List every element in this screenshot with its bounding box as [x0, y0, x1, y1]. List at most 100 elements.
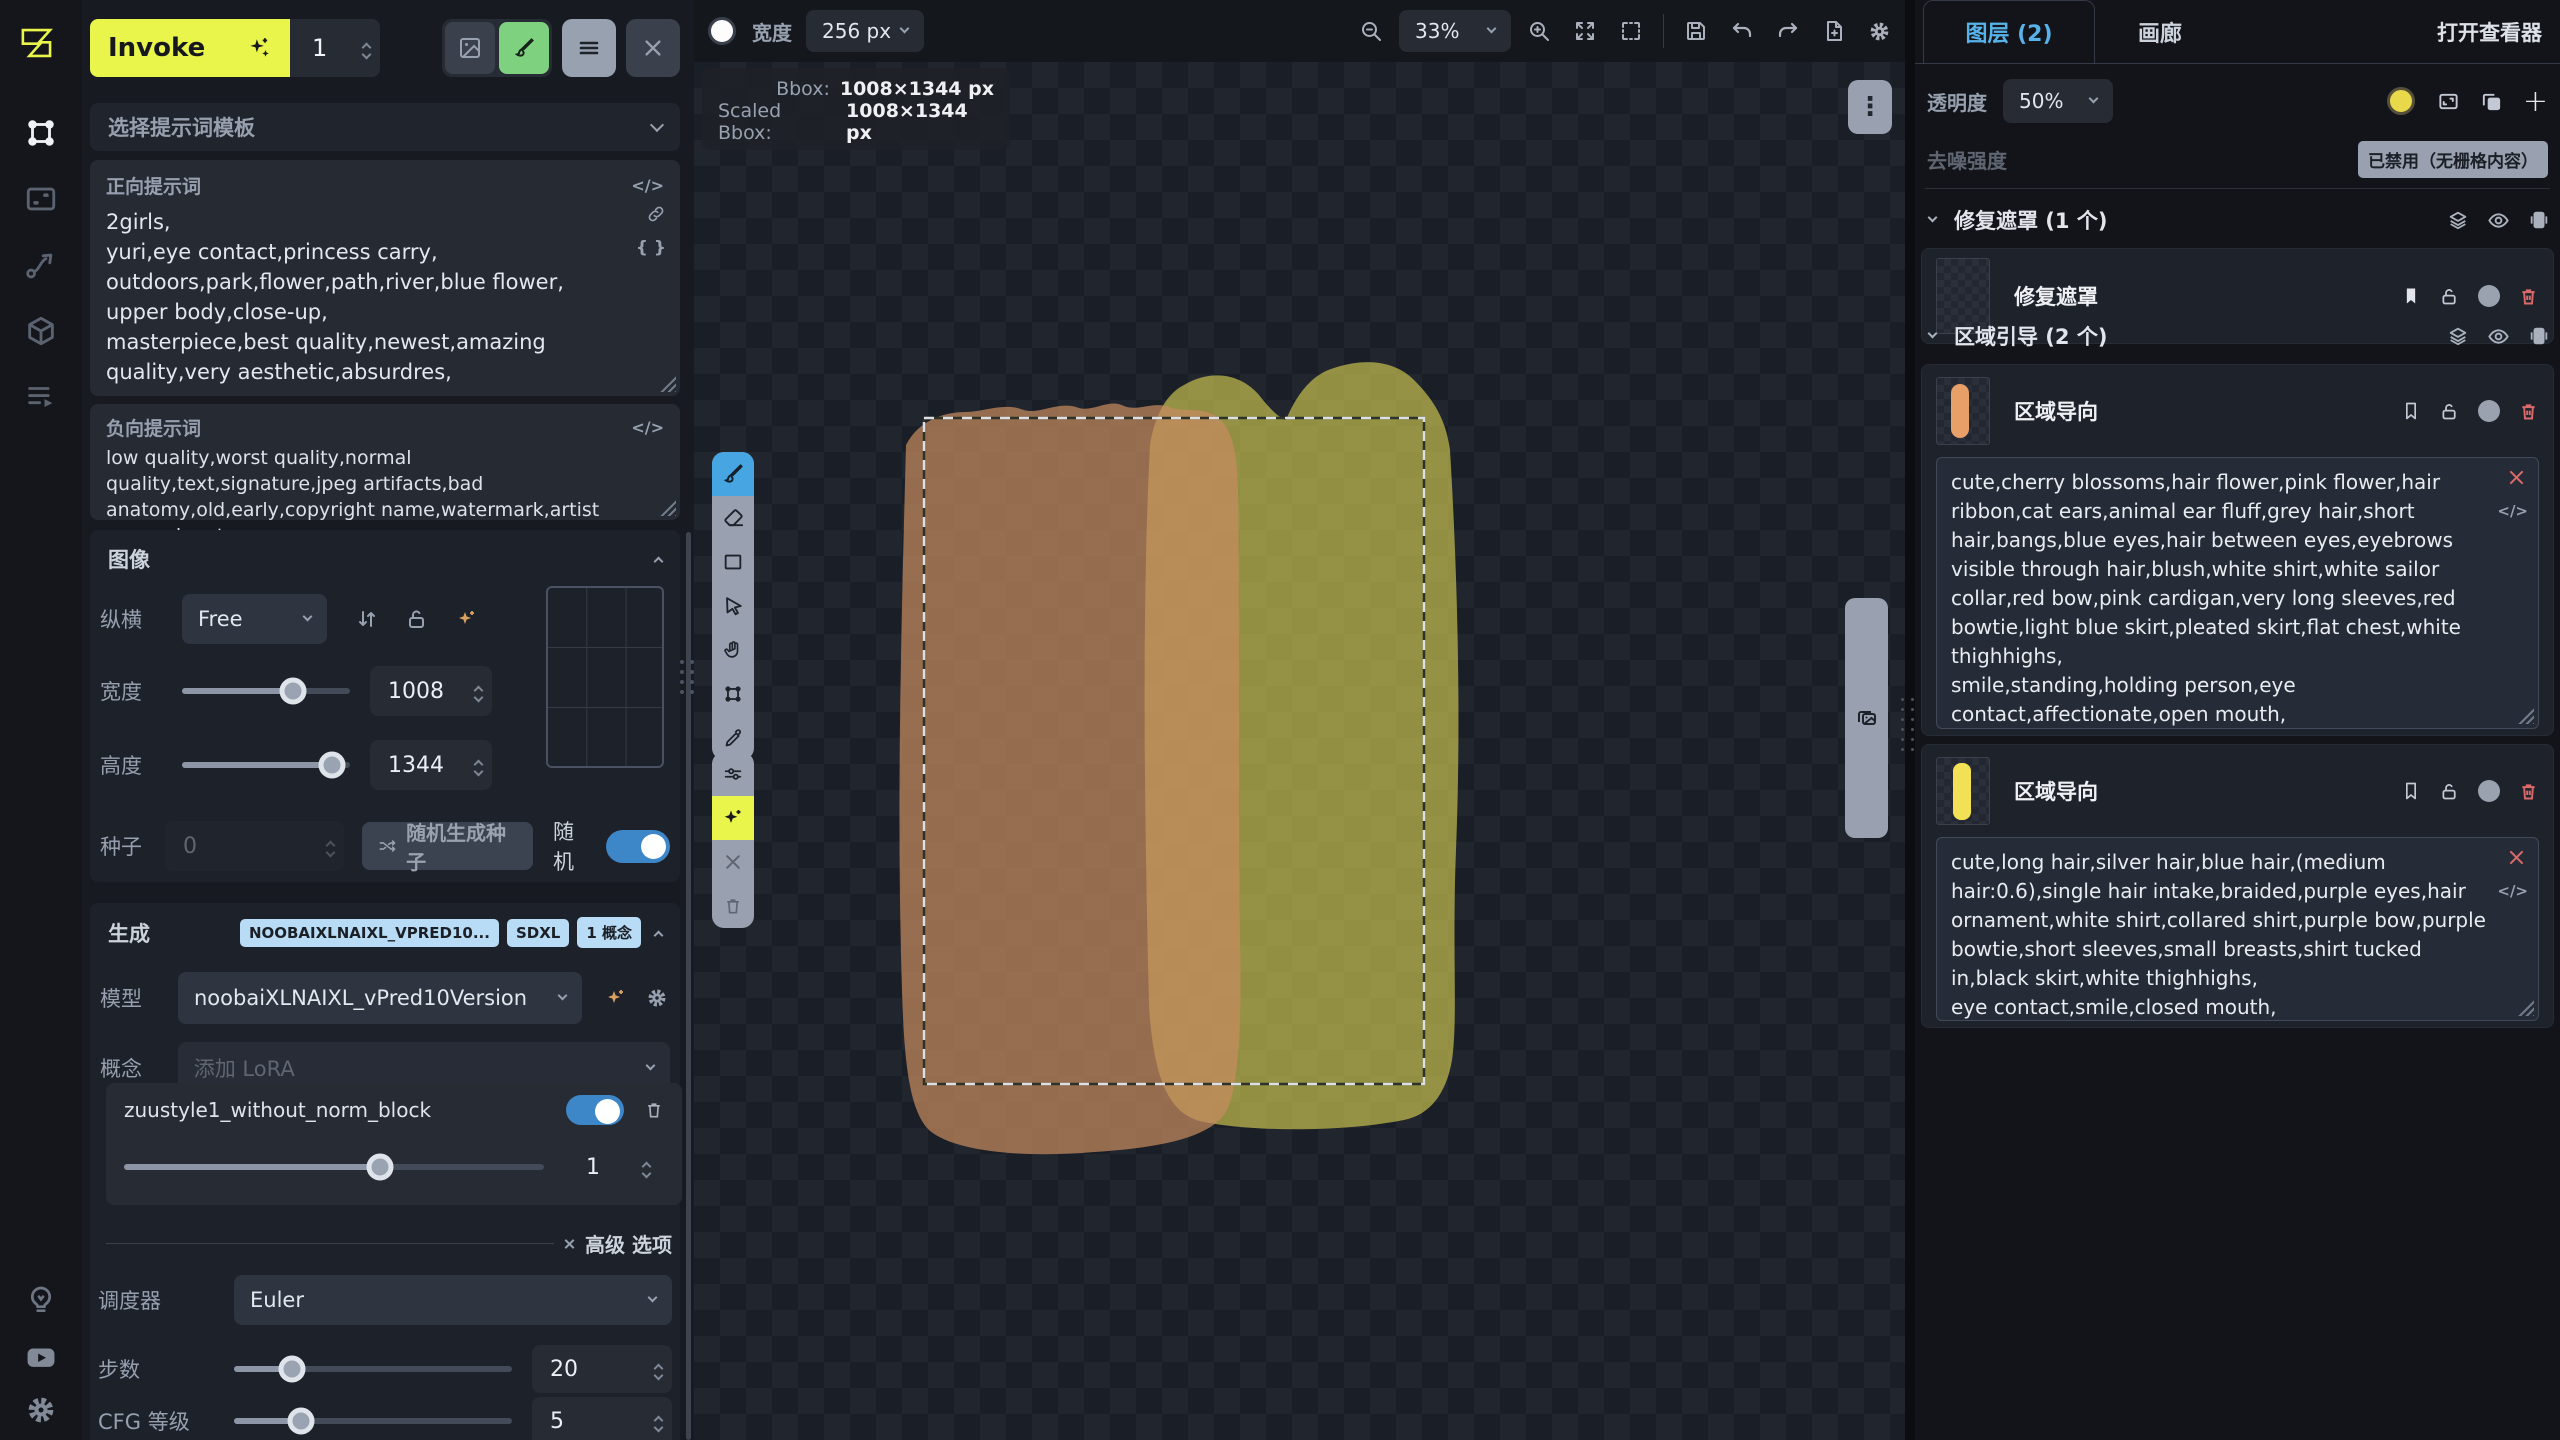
- width-slider[interactable]: [182, 688, 350, 694]
- bookmark-icon[interactable]: [2401, 781, 2421, 801]
- height-input[interactable]: 1344: [370, 740, 492, 790]
- sidebar-help-icon[interactable]: [25, 1284, 57, 1316]
- swap-dimensions-icon[interactable]: [355, 607, 379, 631]
- embedding-icon[interactable]: </>: [2497, 882, 2528, 900]
- layer-enabled-dot[interactable]: [2478, 285, 2500, 307]
- generation-header[interactable]: 生成 NOOBAIXLNAIXL_VPRED10... SDXL 1 概念: [100, 915, 670, 950]
- model-settings-icon[interactable]: [646, 987, 668, 1009]
- layers-stack-icon[interactable]: [2447, 325, 2469, 347]
- canvas-mode-button[interactable]: [499, 22, 549, 74]
- inpaint-section-header[interactable]: 修复遮罩 (1 个): [1929, 200, 2550, 240]
- unlock-icon[interactable]: [2439, 781, 2460, 802]
- canvas-context-menu-button[interactable]: ⋮: [1848, 80, 1892, 134]
- sidebar-video-icon[interactable]: [24, 1340, 58, 1374]
- rect-tool[interactable]: [712, 540, 754, 584]
- resize-grip[interactable]: [659, 375, 676, 392]
- canvas-layers[interactable]: [694, 0, 1905, 1440]
- lock-aspect-icon[interactable]: [405, 607, 429, 631]
- layer-enabled-dot[interactable]: [2478, 780, 2500, 802]
- lora-weight-input[interactable]: 1: [568, 1143, 660, 1191]
- embedding-icon[interactable]: </>: [2497, 502, 2528, 520]
- link-prompts-icon[interactable]: [646, 204, 666, 224]
- remove-prompt-icon[interactable]: [2507, 848, 2526, 867]
- queue-count-arrows[interactable]: [363, 39, 370, 58]
- layers-stack-icon[interactable]: [2447, 209, 2469, 231]
- layer-enabled-dot[interactable]: [2478, 400, 2500, 422]
- invoke-sparkle-tool[interactable]: [712, 796, 754, 840]
- seed-input[interactable]: 0: [165, 821, 344, 871]
- gallery-mode-button[interactable]: [445, 22, 495, 74]
- model-select[interactable]: noobaiXLNAIXL_vPred10Version: [178, 972, 582, 1024]
- lora-delete-icon[interactable]: [644, 1100, 664, 1120]
- isolate-layer-icon[interactable]: [2528, 209, 2550, 231]
- width-input[interactable]: 1008: [370, 666, 492, 716]
- queue-count-stepper[interactable]: 1: [290, 19, 380, 77]
- cfg-steppers[interactable]: [655, 1412, 662, 1431]
- lora-weight-slider[interactable]: [124, 1164, 544, 1170]
- cancel-button[interactable]: [626, 19, 680, 77]
- menu-button[interactable]: [562, 19, 616, 77]
- tool-settings-icon[interactable]: [712, 752, 754, 796]
- layer-color-swatch[interactable]: [2387, 87, 2415, 115]
- negative-prompt-box[interactable]: 负向提示词 </> low quality,worst quality,norm…: [90, 404, 680, 520]
- regional-layer-card[interactable]: 区域导向 cute,cherry blossoms,hair flower,pi…: [1921, 364, 2554, 736]
- steps-slider[interactable]: [234, 1366, 512, 1372]
- visibility-icon[interactable]: [2487, 325, 2510, 348]
- random-seed-toggle[interactable]: [606, 830, 670, 863]
- resize-grip[interactable]: [2517, 999, 2534, 1016]
- curly-braces-icon[interactable]: { }: [636, 238, 666, 258]
- scheduler-select[interactable]: Euler: [234, 1275, 672, 1325]
- duplicate-layer-icon[interactable]: [2480, 90, 2503, 113]
- prompt-template-picker[interactable]: 选择提示词模板: [90, 103, 680, 151]
- eraser-tool[interactable]: [712, 496, 754, 540]
- regional-prompt-box[interactable]: cute,cherry blossoms,hair flower,pink fl…: [1936, 457, 2539, 729]
- delete-layer-icon[interactable]: [2518, 401, 2539, 422]
- cfg-input[interactable]: 5: [532, 1397, 672, 1440]
- positive-prompt-text[interactable]: 2girls, yuri,eye contact,princess carry,…: [106, 207, 646, 387]
- regional-prompt-text[interactable]: cute,cherry blossoms,hair flower,pink fl…: [1951, 468, 2490, 729]
- aspect-select[interactable]: Free: [182, 594, 327, 644]
- steps-steppers[interactable]: [655, 1360, 662, 1379]
- generation-advanced-row[interactable]: 高级 选项: [106, 1229, 672, 1258]
- unlock-icon[interactable]: [2439, 286, 2460, 307]
- sidebar-item-models[interactable]: [24, 314, 58, 348]
- tab-gallery[interactable]: 画廊: [2095, 0, 2225, 64]
- brush-tool[interactable]: [712, 452, 754, 496]
- visibility-icon[interactable]: [2487, 209, 2510, 232]
- opacity-select[interactable]: 50%: [2003, 79, 2113, 123]
- height-steppers[interactable]: [475, 756, 482, 775]
- pan-tool[interactable]: [712, 628, 754, 672]
- resize-grip[interactable]: [659, 499, 676, 516]
- invoke-button[interactable]: Invoke: [90, 19, 290, 77]
- tab-layers[interactable]: 图层 (2): [1923, 0, 2095, 64]
- regional-prompt-box[interactable]: cute,long hair,silver hair,blue hair,(me…: [1936, 837, 2539, 1021]
- sidebar-item-queue[interactable]: [24, 380, 58, 414]
- sidebar-item-workflows[interactable]: [24, 248, 58, 282]
- height-slider[interactable]: [182, 762, 350, 768]
- gallery-panel-handle[interactable]: [1845, 598, 1888, 838]
- image-section-header[interactable]: 图像: [100, 542, 670, 576]
- isolate-layer-icon[interactable]: [2528, 325, 2550, 347]
- add-layer-icon[interactable]: +: [2523, 84, 2548, 119]
- regional-prompt-text[interactable]: cute,long hair,silver hair,blue hair,(me…: [1951, 848, 2490, 1022]
- remove-prompt-icon[interactable]: [2507, 468, 2526, 487]
- cfg-slider[interactable]: [234, 1418, 512, 1424]
- lora-weight-steppers[interactable]: [643, 1158, 650, 1177]
- panel-resize-handle[interactable]: [680, 660, 694, 694]
- delete-layer-icon[interactable]: [2518, 286, 2539, 307]
- delete-layer-icon[interactable]: [2518, 781, 2539, 802]
- open-viewer-link[interactable]: 打开查看器: [2437, 17, 2542, 47]
- bookmark-icon[interactable]: [2401, 401, 2421, 421]
- sidebar-item-gallery[interactable]: [24, 182, 58, 216]
- select-tool[interactable]: [712, 584, 754, 628]
- divider-drag-handle[interactable]: [1901, 698, 1914, 751]
- regional-layer-card[interactable]: 区域导向 cute,long hair,silver hair,blue hai…: [1921, 744, 2554, 1028]
- model-sparkle-icon[interactable]: [604, 986, 628, 1010]
- regional-section-header[interactable]: 区域引导 (2 个): [1929, 316, 2550, 356]
- sidebar-item-canvas[interactable]: [24, 116, 58, 150]
- embedding-icon[interactable]: </>: [631, 418, 664, 437]
- width-steppers[interactable]: [475, 682, 482, 701]
- sidebar-settings-icon[interactable]: [25, 1394, 57, 1426]
- transform-tool[interactable]: [712, 672, 754, 716]
- unlock-icon[interactable]: [2439, 401, 2460, 422]
